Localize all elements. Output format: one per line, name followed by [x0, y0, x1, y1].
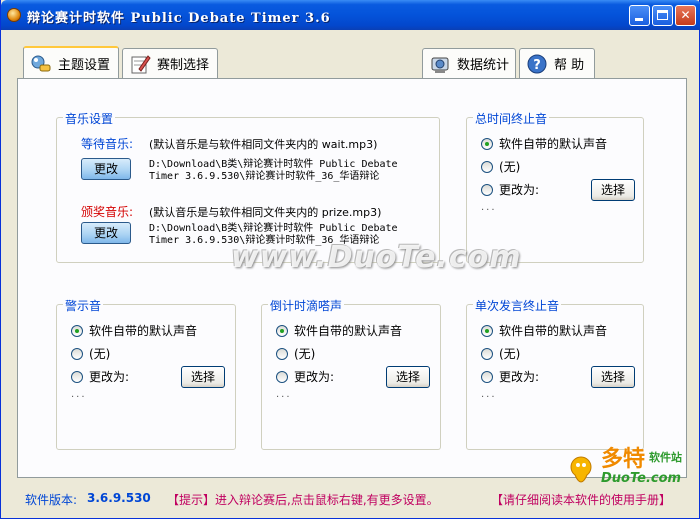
radio-checked-icon [481, 137, 493, 150]
waiting-music-path: D:\Download\B类\辩论赛计时软件 Public Debate Tim… [149, 159, 398, 182]
logo-brand: 多特 [601, 447, 646, 472]
tab-help[interactable]: ? 帮 助 [519, 48, 595, 78]
choose-button[interactable]: 选择 [386, 366, 430, 388]
help-icon: ? [527, 54, 547, 73]
radio-icon [481, 370, 493, 383]
radio-no-sound[interactable]: (无) [276, 345, 315, 362]
radio-change-to[interactable]: 更改为: [71, 368, 129, 385]
version-value: 3.6.9.530 [87, 491, 151, 505]
change-award-music-button[interactable]: 更改 [81, 222, 131, 244]
svg-text:?: ? [533, 58, 541, 73]
option-label: 更改为: [89, 370, 130, 384]
window-title: 辩论赛计时软件 Public Debate Timer 3.6 [27, 11, 331, 26]
tab-statistics[interactable]: 数据统计 [422, 48, 516, 78]
version-label: 软件版本: [25, 493, 78, 507]
radio-icon [71, 347, 83, 360]
logo-site: DuoTe.com [601, 471, 682, 486]
watermark: www.DuoTe.com [231, 240, 522, 275]
option-label: (无) [294, 347, 316, 361]
option-label: 更改为: [499, 183, 540, 197]
group-title: 音乐设置 [63, 110, 116, 127]
radio-icon [481, 183, 493, 196]
minimize-button[interactable] [629, 5, 650, 26]
title-bar[interactable]: 辩论赛计时软件 Public Debate Timer 3.6 ✕ [1, 0, 700, 30]
tab-label: 数据统计 [457, 58, 510, 73]
site-logo: 多特 软件站 DuoTe.com [567, 441, 699, 503]
speech-end-sound-group: 单次发言终止音 软件自带的默认声音 (无) 更改为: 选择 ... [466, 297, 644, 450]
tab-label: 主题设置 [58, 58, 111, 73]
radio-icon [481, 160, 493, 173]
radio-default-sound[interactable]: 软件自带的默认声音 [481, 135, 607, 152]
close-icon: ✕ [680, 8, 691, 22]
radio-no-sound[interactable]: (无) [71, 345, 110, 362]
group-title: 警示音 [63, 297, 104, 314]
selected-file-path: ... [276, 389, 292, 400]
tip-text: 【提示】进入辩论赛后,点击鼠标右键,有更多设置。 [167, 493, 439, 507]
selected-file-path: ... [481, 202, 497, 213]
selected-file-path: ... [481, 389, 497, 400]
group-title: 总时间终止音 [473, 110, 550, 127]
group-title: 单次发言终止音 [473, 297, 562, 314]
countdown-tick-sound-group: 倒计时滴嗒声 软件自带的默认声音 (无) 更改为: 选择 ... [261, 297, 441, 450]
option-label: (无) [89, 347, 111, 361]
close-button[interactable]: ✕ [675, 5, 696, 26]
format-icon [131, 54, 151, 73]
radio-change-to[interactable]: 更改为: [481, 368, 539, 385]
radio-no-sound[interactable]: (无) [481, 158, 520, 175]
choose-button[interactable]: 选择 [591, 179, 635, 201]
radio-checked-icon [481, 324, 493, 337]
radio-checked-icon [71, 324, 83, 337]
radio-icon [276, 370, 288, 383]
maximize-button[interactable] [652, 5, 673, 26]
radio-icon [71, 370, 83, 383]
option-label: 更改为: [499, 370, 540, 384]
app-icon [7, 8, 21, 22]
theme-icon [31, 55, 51, 71]
radio-icon [481, 347, 493, 360]
option-label: (无) [499, 347, 521, 361]
radio-checked-icon [276, 324, 288, 337]
radio-change-to[interactable]: 更改为: [276, 368, 334, 385]
selected-file-path: ... [71, 389, 87, 400]
maximize-icon [657, 10, 668, 20]
stats-icon [431, 57, 449, 73]
option-label: 软件自带的默认声音 [499, 324, 608, 338]
tab-label: 赛制选择 [157, 58, 210, 73]
radio-no-sound[interactable]: (无) [481, 345, 520, 362]
option-label: (无) [499, 160, 521, 174]
option-label: 软件自带的默认声音 [499, 137, 608, 151]
option-label: 更改为: [294, 370, 335, 384]
radio-default-sound[interactable]: 软件自带的默认声音 [481, 322, 607, 339]
radio-default-sound[interactable]: 软件自带的默认声音 [71, 322, 197, 339]
award-music-label: 颁奖音乐: [81, 205, 134, 219]
radio-change-to[interactable]: 更改为: [481, 181, 539, 198]
choose-button[interactable]: 选择 [181, 366, 225, 388]
warning-sound-group: 警示音 软件自带的默认声音 (无) 更改为: 选择 ... [56, 297, 236, 450]
option-label: 软件自带的默认声音 [294, 324, 403, 338]
tab-theme-settings[interactable]: 主题设置 [23, 46, 119, 79]
main-window: 辩论赛计时软件 Public Debate Timer 3.6 ✕ 主题设置 赛… [0, 0, 700, 519]
tab-panel: 音乐设置 等待音乐: (默认音乐是与软件相同文件夹内的 wait.mp3) 更改… [17, 78, 687, 478]
waiting-music-label: 等待音乐: [81, 137, 134, 151]
waiting-music-desc: (默认音乐是与软件相同文件夹内的 wait.mp3) [149, 138, 378, 151]
change-waiting-music-button[interactable]: 更改 [81, 158, 131, 180]
tab-format-selection[interactable]: 赛制选择 [122, 48, 218, 78]
option-label: 软件自带的默认声音 [89, 324, 198, 338]
group-title: 倒计时滴嗒声 [268, 297, 345, 314]
radio-icon [276, 347, 288, 360]
radio-default-sound[interactable]: 软件自带的默认声音 [276, 322, 402, 339]
award-music-desc: (默认音乐是与软件相同文件夹内的 prize.mp3) [149, 206, 382, 219]
choose-button[interactable]: 选择 [591, 366, 635, 388]
tab-label: 帮 助 [554, 58, 585, 73]
logo-sub: 软件站 [649, 451, 682, 464]
minimize-icon [635, 18, 643, 21]
